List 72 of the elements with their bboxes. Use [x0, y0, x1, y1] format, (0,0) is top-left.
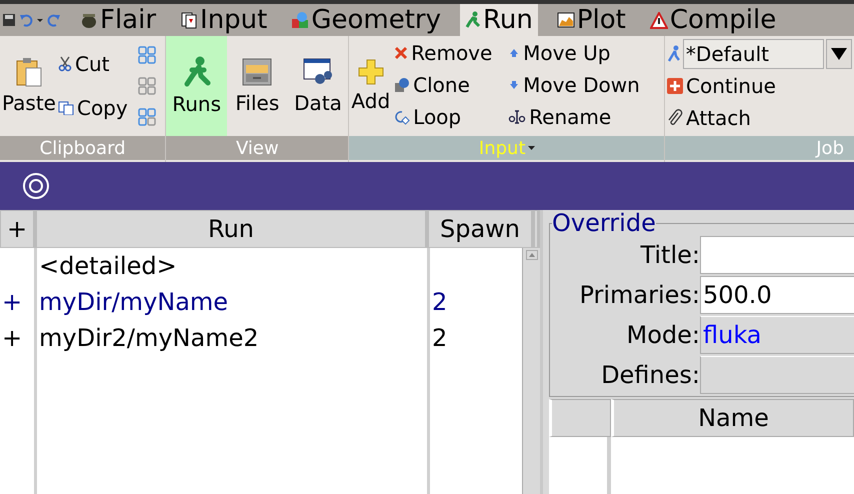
field-label: Defines:	[600, 360, 700, 392]
section-title: Override	[552, 210, 656, 236]
expand-cell[interactable]: +	[0, 320, 37, 356]
plus-icon	[667, 78, 683, 94]
group-label-text: Job	[816, 138, 844, 158]
copy-icon	[58, 101, 74, 115]
window-gears-icon	[302, 57, 334, 87]
column-header[interactable]: +	[0, 210, 36, 248]
input-field[interactable]	[700, 236, 854, 274]
caret-icon[interactable]	[528, 146, 535, 150]
clone-icon	[394, 77, 410, 93]
job-button[interactable]: Attach	[667, 103, 852, 133]
grid-icon[interactable]	[138, 46, 156, 64]
table-cell: myDir/myName	[37, 284, 430, 320]
input-button[interactable]: Rename	[508, 102, 640, 132]
chart-icon	[556, 12, 575, 28]
cards-icon	[180, 11, 198, 29]
tab[interactable]: Run	[460, 4, 538, 36]
input-button[interactable]: Remove	[394, 38, 508, 68]
shapes-icon	[291, 11, 310, 29]
scrollbar[interactable]	[522, 248, 540, 494]
view-button[interactable]: Runs	[166, 36, 227, 136]
column-header[interactable]: Run	[36, 210, 428, 248]
field-label: Mode:	[626, 320, 700, 352]
warning-icon	[650, 12, 668, 28]
job-button[interactable]: Continue	[667, 71, 852, 101]
target-icon[interactable]	[22, 172, 50, 200]
copy-button[interactable]: Copy	[58, 93, 138, 123]
runner-icon	[465, 11, 482, 29]
runner-icon	[667, 45, 681, 63]
clipboard-icon	[14, 57, 43, 87]
table-cell: <detailed>	[37, 248, 430, 284]
grid-icon[interactable]	[138, 108, 156, 126]
field-label: Primaries:	[578, 280, 700, 312]
cauldron-icon	[80, 11, 98, 29]
dropdown-icon	[831, 47, 848, 61]
paperclip-icon	[667, 109, 683, 127]
input-button[interactable]: Move Down	[508, 70, 640, 100]
loop-icon	[394, 109, 410, 125]
close-icon	[394, 46, 408, 60]
save-icon[interactable]	[2, 13, 16, 27]
cabinet-icon	[241, 57, 274, 87]
input-field[interactable]: 500.0	[700, 276, 854, 314]
view-button[interactable]: Data	[288, 36, 348, 136]
paste-button[interactable]: Paste	[0, 36, 58, 136]
combo-field[interactable]	[700, 356, 854, 394]
scroll-up-icon[interactable]	[526, 250, 538, 260]
input-button[interactable]: Move Up	[508, 38, 640, 68]
dropdown-button[interactable]	[826, 39, 852, 69]
tab[interactable]: Geometry	[286, 4, 446, 36]
table-cell: myDir2/myName2	[37, 320, 430, 356]
group-label: Clipboard	[0, 136, 166, 160]
group-label: View	[166, 136, 348, 160]
input-button[interactable]: Clone	[394, 70, 508, 100]
cut-button[interactable]: Cut	[58, 49, 138, 79]
plus-icon	[358, 59, 384, 85]
expand-cell[interactable]: +	[0, 284, 37, 320]
scissors-icon	[58, 56, 72, 72]
group-label-text: Input	[478, 138, 526, 158]
text-cursor-icon	[508, 110, 526, 124]
tab[interactable]: Plot	[552, 4, 631, 36]
grid-icon[interactable]	[138, 76, 156, 95]
profile-combo[interactable]: *Default	[682, 39, 824, 69]
tab[interactable]: Input	[175, 4, 272, 36]
tab[interactable]: Compile	[644, 4, 782, 36]
tab[interactable]: Flair	[75, 4, 162, 36]
add-button[interactable]: Add	[349, 36, 392, 136]
view-button[interactable]: Files	[226, 36, 288, 136]
field-label: Title:	[639, 240, 700, 272]
input-button[interactable]: Loop	[394, 102, 508, 132]
combo-field[interactable]: fluka	[700, 316, 854, 354]
runner-icon	[182, 56, 212, 88]
